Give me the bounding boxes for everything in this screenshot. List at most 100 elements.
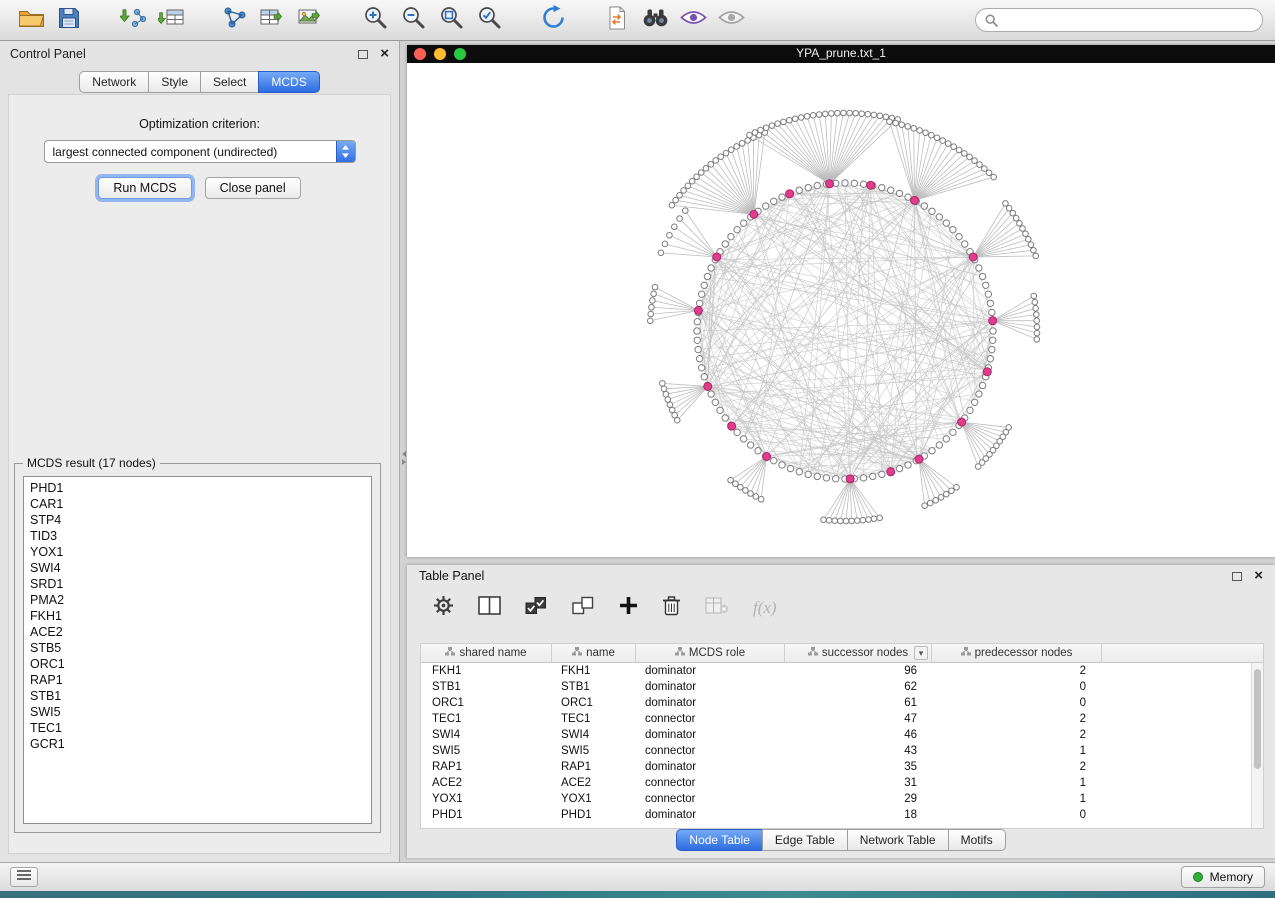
network-node[interactable]: [871, 112, 877, 118]
network-node[interactable]: [943, 220, 949, 226]
network-node[interactable]: [734, 144, 740, 150]
network-node[interactable]: [956, 147, 962, 153]
select-all-button[interactable]: [525, 596, 548, 620]
network-node[interactable]: [1031, 247, 1037, 253]
network-node[interactable]: [945, 141, 951, 147]
network-node[interactable]: [954, 485, 960, 491]
export-table-button[interactable]: [254, 4, 292, 36]
tab-node-table[interactable]: Node Table: [676, 829, 763, 851]
network-node[interactable]: [763, 125, 769, 131]
network-node[interactable]: [847, 110, 853, 116]
network-node[interactable]: [701, 282, 707, 288]
network-titlebar[interactable]: YPA_prune.txt_1: [407, 45, 1275, 63]
dominator-node[interactable]: [983, 368, 991, 376]
network-node[interactable]: [781, 119, 787, 125]
network-node[interactable]: [662, 241, 668, 247]
network-node[interactable]: [929, 208, 935, 214]
network-node[interactable]: [860, 181, 866, 187]
network-node[interactable]: [681, 188, 687, 194]
network-node[interactable]: [821, 517, 827, 523]
table-row[interactable]: SWI4SWI4dominator462: [421, 727, 1251, 743]
mcds-result-item[interactable]: TID3: [30, 528, 365, 544]
network-node[interactable]: [1017, 220, 1023, 226]
mcds-result-list[interactable]: PHD1CAR1STP4TID3YOX1SWI4SRD1PMA2FKH1ACE2…: [23, 476, 372, 824]
network-node[interactable]: [649, 304, 655, 310]
network-node[interactable]: [1034, 330, 1040, 336]
dominator-node[interactable]: [786, 190, 794, 198]
network-node[interactable]: [669, 202, 675, 208]
save-session-button[interactable]: [50, 4, 88, 36]
network-node[interactable]: [835, 110, 841, 116]
network-node[interactable]: [734, 226, 740, 232]
splitter-handle[interactable]: [400, 449, 407, 467]
network-node[interactable]: [694, 337, 700, 343]
network-node[interactable]: [962, 241, 968, 247]
network-node[interactable]: [771, 198, 777, 204]
network-node[interactable]: [936, 442, 942, 448]
add-row-button[interactable]: [619, 596, 638, 620]
table-settings-button[interactable]: [433, 595, 454, 621]
network-node[interactable]: [986, 170, 992, 176]
network-node[interactable]: [936, 214, 942, 220]
vertical-splitter[interactable]: [400, 41, 407, 862]
network-node[interactable]: [694, 319, 700, 325]
network-node[interactable]: [950, 429, 956, 435]
network-node[interactable]: [1034, 337, 1040, 343]
network-node[interactable]: [893, 120, 899, 126]
network-node[interactable]: [775, 121, 781, 127]
network-node[interactable]: [651, 291, 657, 297]
network-node[interactable]: [879, 184, 885, 190]
zoom-in-button[interactable]: [356, 4, 394, 36]
network-node[interactable]: [929, 132, 935, 138]
network-node[interactable]: [728, 233, 734, 239]
network-node[interactable]: [841, 110, 847, 116]
network-node[interactable]: [962, 151, 968, 157]
network-node[interactable]: [652, 284, 658, 290]
network-node[interactable]: [896, 190, 902, 196]
network-node[interactable]: [698, 291, 704, 297]
network-node[interactable]: [967, 407, 973, 413]
network-node[interactable]: [717, 407, 723, 413]
table-scrollbar[interactable]: [1251, 663, 1263, 828]
dominator-node[interactable]: [910, 196, 918, 204]
network-node[interactable]: [698, 365, 704, 371]
mcds-result-item[interactable]: CAR1: [30, 496, 365, 512]
network-node[interactable]: [1033, 312, 1039, 318]
network-node[interactable]: [694, 328, 700, 334]
style-eye-button[interactable]: [674, 4, 712, 36]
network-node[interactable]: [832, 518, 838, 524]
network-node[interactable]: [738, 484, 744, 490]
network-node[interactable]: [833, 476, 839, 482]
table-row[interactable]: SWI5SWI5connector431: [421, 743, 1251, 759]
network-node[interactable]: [701, 374, 707, 380]
network-node[interactable]: [747, 442, 753, 448]
dominator-node[interactable]: [704, 382, 712, 390]
network-node[interactable]: [851, 180, 857, 186]
network-node[interactable]: [989, 346, 995, 352]
network-node[interactable]: [677, 216, 683, 222]
network-node[interactable]: [823, 475, 829, 481]
network-node[interactable]: [854, 518, 860, 524]
network-node[interactable]: [899, 122, 905, 128]
network-node[interactable]: [734, 429, 740, 435]
network-node[interactable]: [887, 119, 893, 125]
network-node[interactable]: [740, 436, 746, 442]
column-menu-icon[interactable]: ▾: [914, 646, 928, 660]
network-node[interactable]: [748, 491, 754, 497]
network-node[interactable]: [647, 318, 653, 324]
network-node[interactable]: [814, 473, 820, 479]
table-row[interactable]: PHD1PHD1dominator180: [421, 807, 1251, 823]
column-header-successor-nodes[interactable]: successor nodes▾: [785, 644, 932, 662]
network-node[interactable]: [728, 477, 734, 483]
network-node[interactable]: [987, 356, 993, 362]
network-node[interactable]: [921, 203, 927, 209]
network-node[interactable]: [949, 488, 955, 494]
network-node[interactable]: [769, 123, 775, 129]
network-node[interactable]: [871, 516, 877, 522]
network-node[interactable]: [661, 386, 667, 392]
dominator-node[interactable]: [728, 422, 736, 430]
network-node[interactable]: [650, 298, 656, 304]
network-node[interactable]: [758, 127, 764, 133]
network-node[interactable]: [938, 494, 944, 500]
network-node[interactable]: [696, 300, 702, 306]
